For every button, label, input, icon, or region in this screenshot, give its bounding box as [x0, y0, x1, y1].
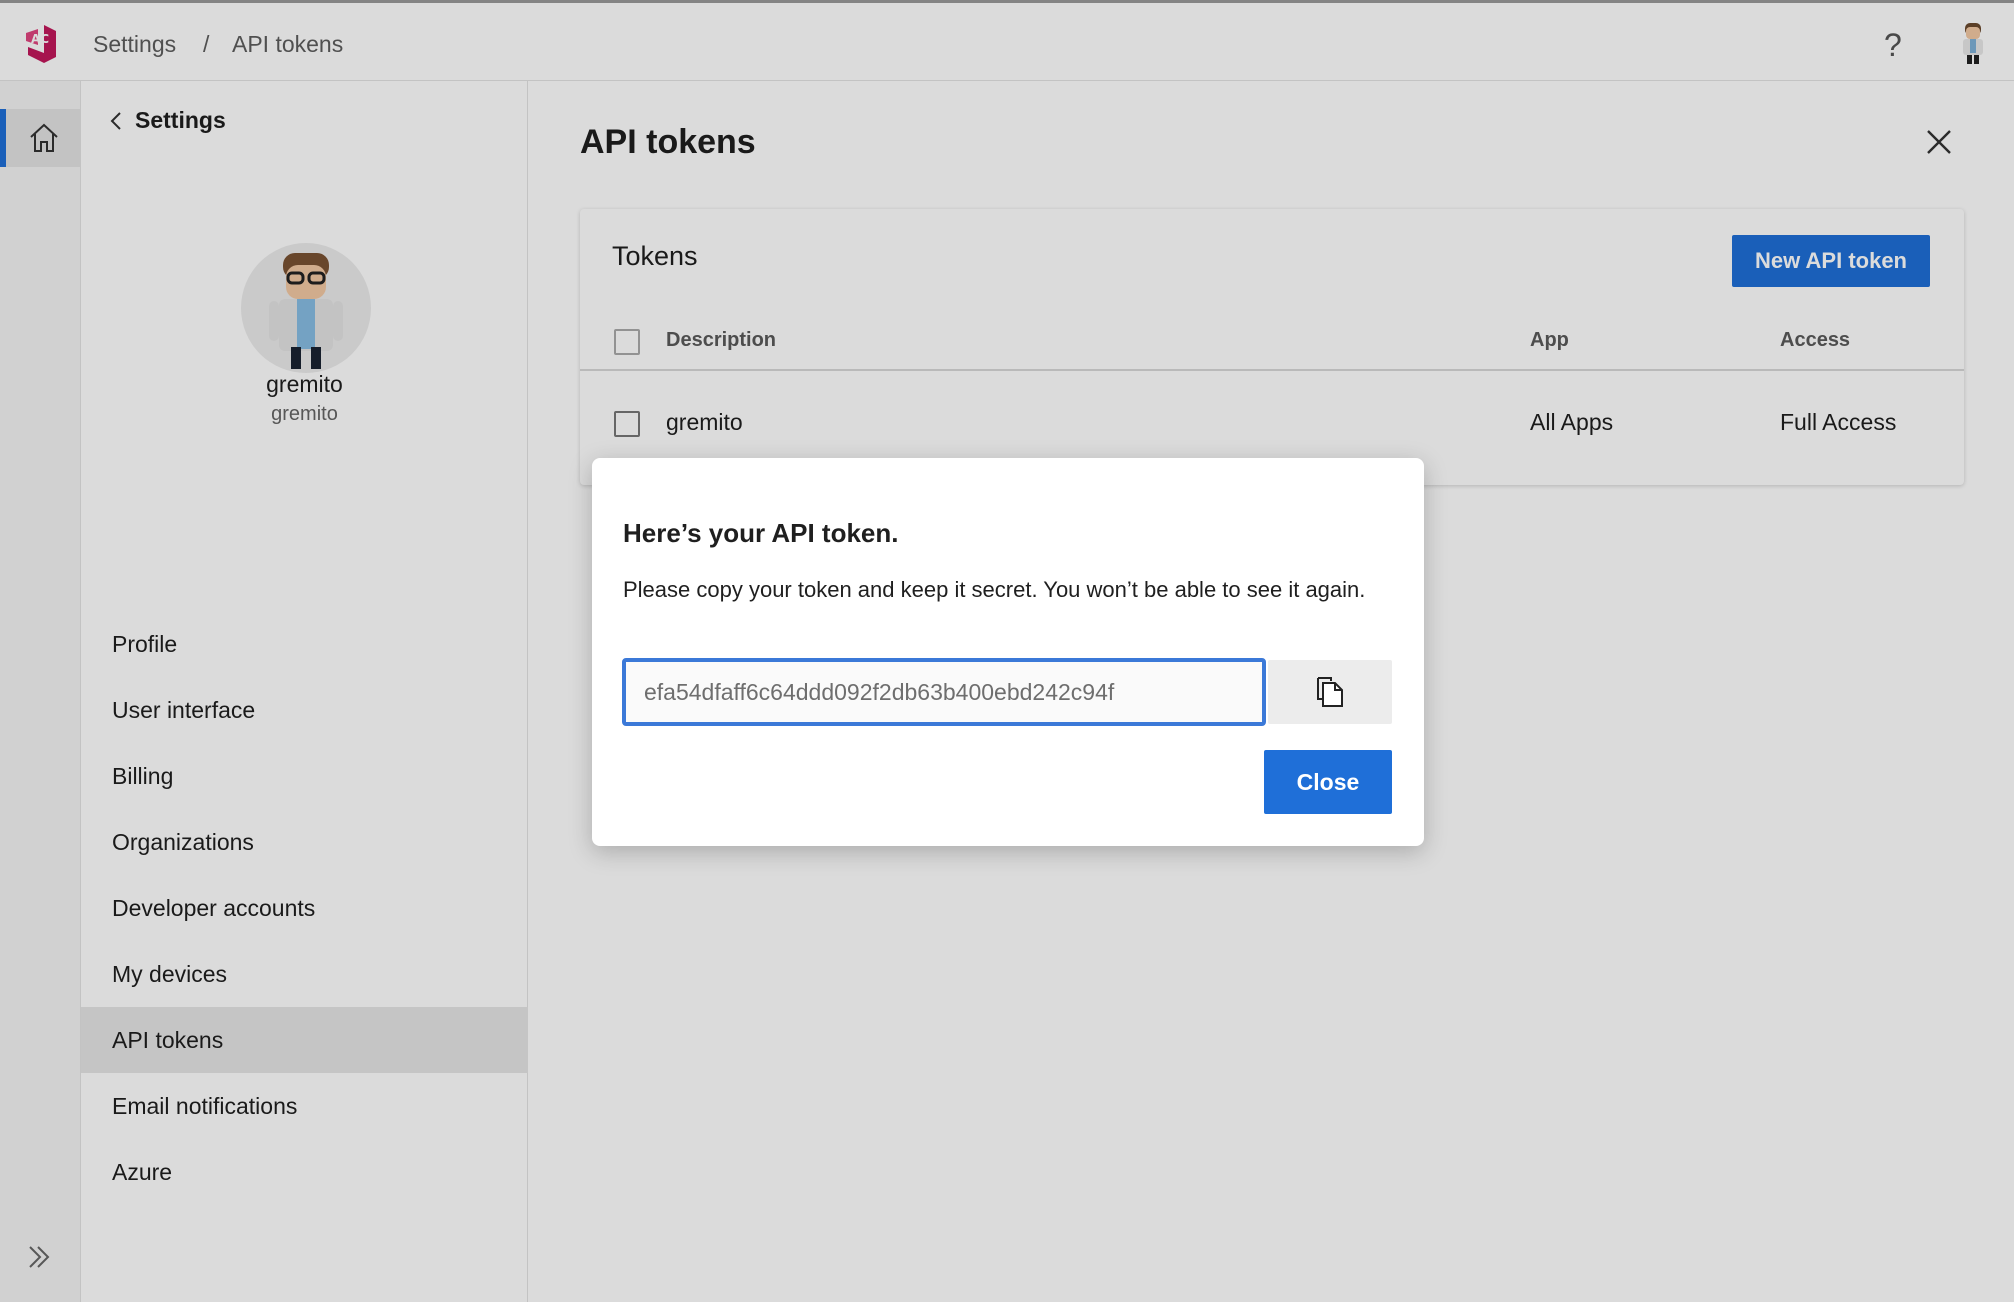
copy-icon [1317, 677, 1343, 707]
api-token-dialog: Here’s your API token. Please copy your … [592, 458, 1424, 846]
close-button[interactable]: Close [1264, 750, 1392, 814]
token-value-field[interactable] [622, 658, 1266, 726]
dialog-message: Please copy your token and keep it secre… [623, 577, 1366, 602]
dialog-title: Here’s your API token. [623, 518, 899, 548]
copy-token-button[interactable] [1268, 660, 1392, 724]
